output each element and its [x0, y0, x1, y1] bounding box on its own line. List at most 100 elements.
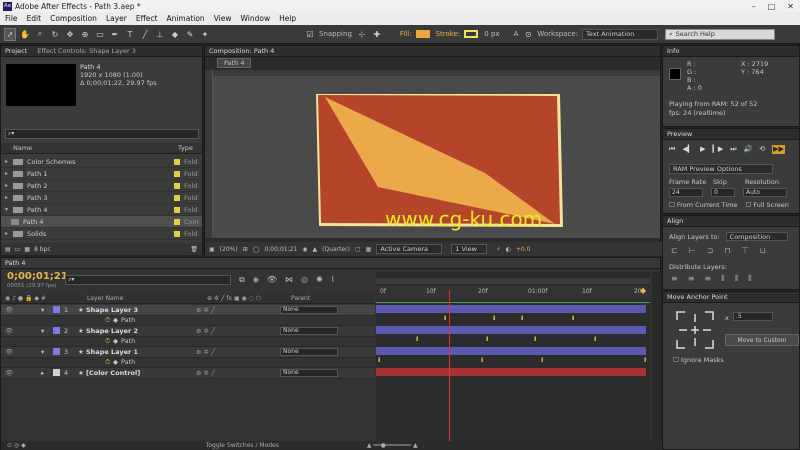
- tab-composition[interactable]: Composition: Path 4: [209, 47, 274, 55]
- label-color-swatch[interactable]: [174, 170, 180, 177]
- menu-animation[interactable]: Animation: [166, 14, 204, 23]
- align-hcenter-icon[interactable]: ⊢: [689, 246, 696, 255]
- from-current-time-checkbox[interactable]: ☐ From Current Time: [669, 201, 737, 209]
- brainstorm-icon[interactable]: ✺: [316, 275, 323, 285]
- stopwatch-icon[interactable]: ⏱: [105, 337, 113, 346]
- brush-tool-icon[interactable]: ╱: [139, 28, 151, 41]
- label-color-swatch[interactable]: [174, 206, 180, 213]
- layer-switches[interactable]: ⊕ ✲ ╱: [196, 306, 280, 314]
- layer-duration-bar[interactable]: [376, 347, 646, 355]
- distribute-hcenter-icon[interactable]: ⦀: [735, 274, 739, 284]
- align-top-icon[interactable]: ⊓: [724, 246, 730, 255]
- prev-frame-icon[interactable]: ◀▎: [682, 145, 693, 154]
- project-item[interactable]: ▸ Path 1 Fold: [1, 168, 202, 180]
- hand-tool-icon[interactable]: ✋: [19, 28, 31, 41]
- column-layer-name[interactable]: Layer Name: [87, 295, 207, 302]
- timeline-scrollbar[interactable]: [652, 272, 661, 442]
- current-time-indicator[interactable]: [449, 290, 450, 442]
- search-help-input[interactable]: ⌕ Search Help: [664, 28, 775, 40]
- snap-icon[interactable]: ⊹: [356, 28, 368, 41]
- project-item[interactable]: ▸ Color Schemes Fold: [1, 156, 202, 168]
- zoom-select[interactable]: (20%): [220, 246, 238, 253]
- anchor-grid-icon[interactable]: [675, 310, 715, 350]
- snap-options-icon[interactable]: ✚: [371, 28, 383, 41]
- project-item[interactable]: ▾ Path 4 Fold: [1, 204, 202, 216]
- first-frame-icon[interactable]: ⏮: [669, 145, 675, 154]
- reset-exposure-icon[interactable]: ◐: [506, 246, 511, 253]
- stopwatch-icon[interactable]: ⏱: [105, 358, 113, 367]
- layer-duration-bar[interactable]: [376, 326, 646, 334]
- expand-arrow-icon[interactable]: ▸: [5, 158, 13, 165]
- layer-name[interactable]: Shape Layer 2: [86, 327, 196, 335]
- parent-select[interactable]: None: [280, 347, 338, 356]
- expand-arrow-icon[interactable]: ▸: [5, 194, 13, 201]
- add-icon[interactable]: ⊙: [522, 28, 534, 41]
- frame-rate-select[interactable]: 24: [669, 188, 703, 197]
- menu-help[interactable]: Help: [279, 14, 296, 23]
- keyframe-nav-icon[interactable]: ◆: [113, 337, 121, 345]
- align-bottom-icon[interactable]: ⊔: [760, 246, 766, 255]
- pan-behind-tool-icon[interactable]: ⊕: [79, 28, 91, 41]
- menu-window[interactable]: Window: [241, 14, 271, 23]
- time-graph[interactable]: 0f 10f 20f 01:00f 10f 20f IIIIIIIIIIII ◆: [376, 272, 650, 442]
- tab-move-anchor[interactable]: Move Anchor Point: [667, 293, 728, 301]
- project-item[interactable]: ▸ Solids Fold: [1, 228, 202, 240]
- tab-align[interactable]: Align: [667, 217, 683, 225]
- minimize-button[interactable]: –: [752, 2, 756, 11]
- timeline-search-input[interactable]: ⌕▾: [65, 275, 231, 285]
- timeline-layer-row[interactable]: 👁 ▾ 3 ★ Shape Layer 1 ⊕ ✲ ╱ None: [1, 347, 375, 358]
- project-search-input[interactable]: ⌕▾: [5, 129, 199, 139]
- loop-icon[interactable]: ⟲: [759, 145, 765, 154]
- timeline-layer-row[interactable]: 👁 ▾ 2 ★ Shape Layer 2 ⊕ ✲ ╱ None: [1, 326, 375, 337]
- parent-select[interactable]: None: [280, 368, 338, 377]
- expand-arrow-icon[interactable]: ▸: [5, 182, 13, 189]
- layer-label-color[interactable]: [53, 369, 60, 377]
- ignore-masks-checkbox[interactable]: ☐ Ignore Masks: [673, 356, 724, 364]
- tab-project[interactable]: Project: [5, 47, 27, 55]
- visibility-icon[interactable]: 👁: [1, 327, 41, 335]
- last-frame-icon[interactable]: ⏭: [730, 145, 736, 154]
- stopwatch-icon[interactable]: ⏱: [105, 316, 113, 325]
- mask-icon[interactable]: ◯: [253, 246, 260, 253]
- zoom-slider[interactable]: ▲ ━━●━━━━━━━ ▲: [367, 442, 418, 449]
- work-area-bar[interactable]: [376, 278, 650, 284]
- pen-tool-icon[interactable]: ✒: [109, 28, 121, 41]
- column-type[interactable]: Type: [178, 144, 202, 152]
- motion-blur-icon[interactable]: ◎: [301, 275, 308, 285]
- twirl-arrow-icon[interactable]: ▾: [41, 306, 49, 314]
- label-color-swatch[interactable]: [174, 230, 180, 237]
- channel-icon[interactable]: ▲: [313, 246, 318, 253]
- stroke-width[interactable]: 0 px: [484, 30, 499, 38]
- keyframe-marker[interactable]: I: [378, 357, 382, 364]
- comp-mini-flowchart-icon[interactable]: ⧉: [239, 275, 245, 285]
- keyframe-marker[interactable]: I: [481, 357, 485, 364]
- layer-name[interactable]: [Color Control]: [86, 369, 196, 377]
- exposure-value[interactable]: +0.0: [516, 246, 531, 253]
- expand-arrow-icon[interactable]: ▸: [5, 170, 13, 177]
- keyframe-marker[interactable]: I: [594, 336, 598, 343]
- project-item[interactable]: ▸ Path 2 Fold: [1, 180, 202, 192]
- timeline-timecode[interactable]: 0;00;01;21: [7, 271, 68, 282]
- layer-duration-bar[interactable]: [376, 305, 646, 313]
- view-layout-select[interactable]: 1 View: [451, 244, 488, 254]
- new-folder-icon[interactable]: ▭: [15, 246, 21, 253]
- play-icon[interactable]: ▶: [700, 145, 705, 154]
- visibility-icon[interactable]: 👁: [1, 306, 41, 314]
- layer-label-color[interactable]: [53, 327, 60, 335]
- audio-icon[interactable]: 🔊: [744, 145, 753, 154]
- work-area-end-icon[interactable]: ◆: [640, 286, 648, 295]
- timeline-property-row[interactable]: ⏱ ◆ Path: [1, 336, 375, 347]
- close-button[interactable]: ✕: [787, 2, 794, 11]
- menu-edit[interactable]: Edit: [27, 14, 42, 23]
- time-ruler[interactable]: 0f 10f 20f 01:00f 10f 20f: [376, 286, 650, 300]
- twirl-arrow-icon[interactable]: ▾: [41, 348, 49, 356]
- puppet-tool-icon[interactable]: ✦: [199, 28, 211, 41]
- always-preview-icon[interactable]: ▣: [209, 246, 215, 253]
- project-item[interactable]: ▸ Path 3 Fold: [1, 192, 202, 204]
- fill-swatch[interactable]: [415, 30, 430, 38]
- zoom-tool-icon[interactable]: ⌕: [34, 28, 46, 41]
- expand-icon[interactable]: ⊙ ◎ ◆: [7, 442, 26, 449]
- distribute-left-icon[interactable]: ⦀: [721, 274, 725, 284]
- roi-icon[interactable]: ▢: [355, 246, 361, 253]
- column-name[interactable]: Name: [1, 144, 32, 152]
